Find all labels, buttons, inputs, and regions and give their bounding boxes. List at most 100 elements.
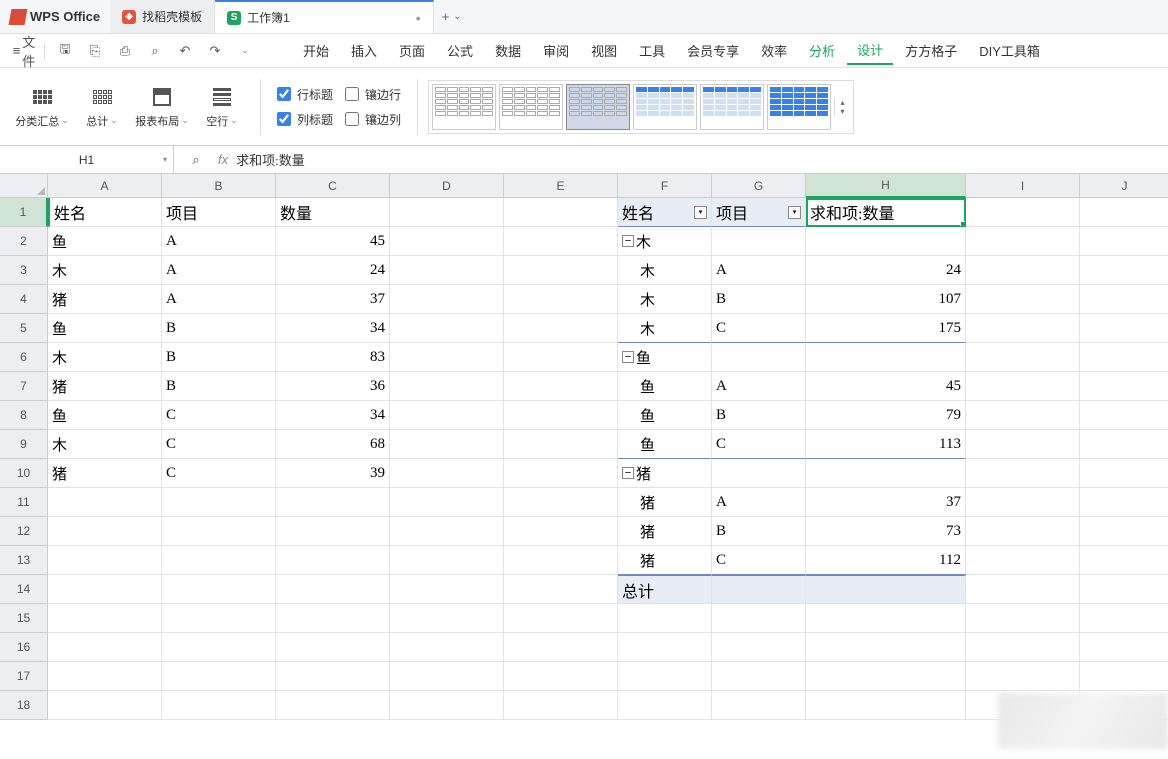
cell[interactable] (48, 517, 162, 546)
cell[interactable]: 45 (276, 227, 390, 256)
row-header-17[interactable]: 17 (0, 662, 48, 691)
cell[interactable] (390, 459, 504, 488)
cell[interactable] (1080, 604, 1168, 633)
cell[interactable] (1080, 517, 1168, 546)
menu-icon[interactable]: ≡ 文件 (14, 41, 34, 61)
cell[interactable] (806, 604, 966, 633)
cell[interactable] (276, 604, 390, 633)
cell[interactable] (390, 314, 504, 343)
cell[interactable] (48, 575, 162, 604)
col-header-G[interactable]: G (712, 174, 806, 198)
menu-fangfang[interactable]: 方方格子 (895, 37, 967, 64)
cell[interactable] (1080, 459, 1168, 488)
filter-icon[interactable]: ▾ (788, 206, 801, 219)
cell[interactable] (162, 662, 276, 691)
style-item[interactable] (432, 84, 496, 130)
menu-tools[interactable]: 工具 (629, 37, 675, 64)
menu-formula[interactable]: 公式 (437, 37, 483, 64)
cell[interactable]: 猪 (618, 517, 712, 546)
cell[interactable] (276, 517, 390, 546)
row-header-6[interactable]: 6 (0, 343, 48, 372)
cell[interactable]: 求和项:数量 (806, 198, 966, 227)
cell[interactable] (806, 662, 966, 691)
cell[interactable]: 姓名▾ (618, 198, 712, 227)
cell[interactable] (504, 575, 618, 604)
cell[interactable]: 鱼 (48, 401, 162, 430)
cell[interactable]: 木 (618, 285, 712, 314)
collapse-icon[interactable]: − (622, 235, 634, 247)
cell[interactable]: 37 (276, 285, 390, 314)
cell[interactable] (966, 662, 1080, 691)
cell[interactable] (162, 633, 276, 662)
cell[interactable] (504, 430, 618, 459)
cell[interactable] (966, 488, 1080, 517)
cell[interactable]: 总计 (618, 575, 712, 604)
cell[interactable]: B (162, 343, 276, 372)
total-button[interactable]: 总计⌄ (74, 76, 130, 138)
row-header-15[interactable]: 15 (0, 604, 48, 633)
cell[interactable] (390, 604, 504, 633)
cell[interactable] (504, 546, 618, 575)
style-item[interactable] (700, 84, 764, 130)
cell[interactable]: B (712, 285, 806, 314)
cell[interactable]: −鱼 (618, 343, 712, 372)
cell[interactable] (806, 633, 966, 662)
cell[interactable] (276, 546, 390, 575)
cell[interactable] (504, 604, 618, 633)
cell[interactable] (390, 227, 504, 256)
cell[interactable] (1080, 198, 1168, 227)
cell[interactable] (1080, 488, 1168, 517)
menu-page[interactable]: 页面 (389, 37, 435, 64)
cell[interactable]: A (712, 256, 806, 285)
cell[interactable] (504, 198, 618, 227)
cell[interactable] (390, 372, 504, 401)
cell[interactable]: 79 (806, 401, 966, 430)
col-header-B[interactable]: B (162, 174, 276, 198)
style-item[interactable] (633, 84, 697, 130)
cell[interactable]: A (162, 285, 276, 314)
cell[interactable]: 木 (618, 256, 712, 285)
cell[interactable] (48, 662, 162, 691)
cell[interactable]: 姓名 (48, 198, 162, 227)
cell[interactable] (712, 575, 806, 604)
col-header-I[interactable]: I (966, 174, 1080, 198)
cell[interactable] (712, 691, 806, 720)
cell[interactable] (712, 633, 806, 662)
cell[interactable]: C (162, 430, 276, 459)
cell[interactable] (1080, 546, 1168, 575)
cell[interactable]: A (162, 256, 276, 285)
style-more[interactable]: ▴▾ (834, 98, 850, 116)
cell[interactable] (618, 691, 712, 720)
cell[interactable] (390, 633, 504, 662)
pivot-style-gallery[interactable]: ▴▾ (428, 80, 854, 134)
cell[interactable] (806, 459, 966, 488)
cell[interactable] (1080, 430, 1168, 459)
cell[interactable]: B (162, 372, 276, 401)
cell[interactable] (504, 372, 618, 401)
cell[interactable] (966, 430, 1080, 459)
row-header-1[interactable]: 1 (0, 198, 48, 227)
export-icon[interactable]: ⎘ (85, 41, 105, 61)
cell[interactable] (966, 633, 1080, 662)
cell[interactable] (504, 401, 618, 430)
cell[interactable]: 73 (806, 517, 966, 546)
cell[interactable]: 鱼 (618, 401, 712, 430)
cell[interactable] (806, 343, 966, 372)
cell[interactable] (618, 604, 712, 633)
cancel-icon[interactable]: ⌕ (186, 150, 206, 170)
cell[interactable]: 木 (48, 256, 162, 285)
menu-review[interactable]: 审阅 (533, 37, 579, 64)
row-header-16[interactable]: 16 (0, 633, 48, 662)
band-col-checkbox[interactable]: 镶边列 (345, 111, 401, 128)
fx-icon[interactable]: fx (218, 152, 228, 167)
filter-icon[interactable]: ▾ (694, 206, 707, 219)
cell[interactable]: 39 (276, 459, 390, 488)
cell[interactable]: 83 (276, 343, 390, 372)
collapse-icon[interactable]: − (622, 467, 634, 479)
cell[interactable] (390, 575, 504, 604)
cell[interactable]: A (712, 488, 806, 517)
menu-eff[interactable]: 效率 (751, 37, 797, 64)
cell[interactable] (966, 459, 1080, 488)
cell[interactable]: 34 (276, 314, 390, 343)
cell[interactable] (618, 633, 712, 662)
